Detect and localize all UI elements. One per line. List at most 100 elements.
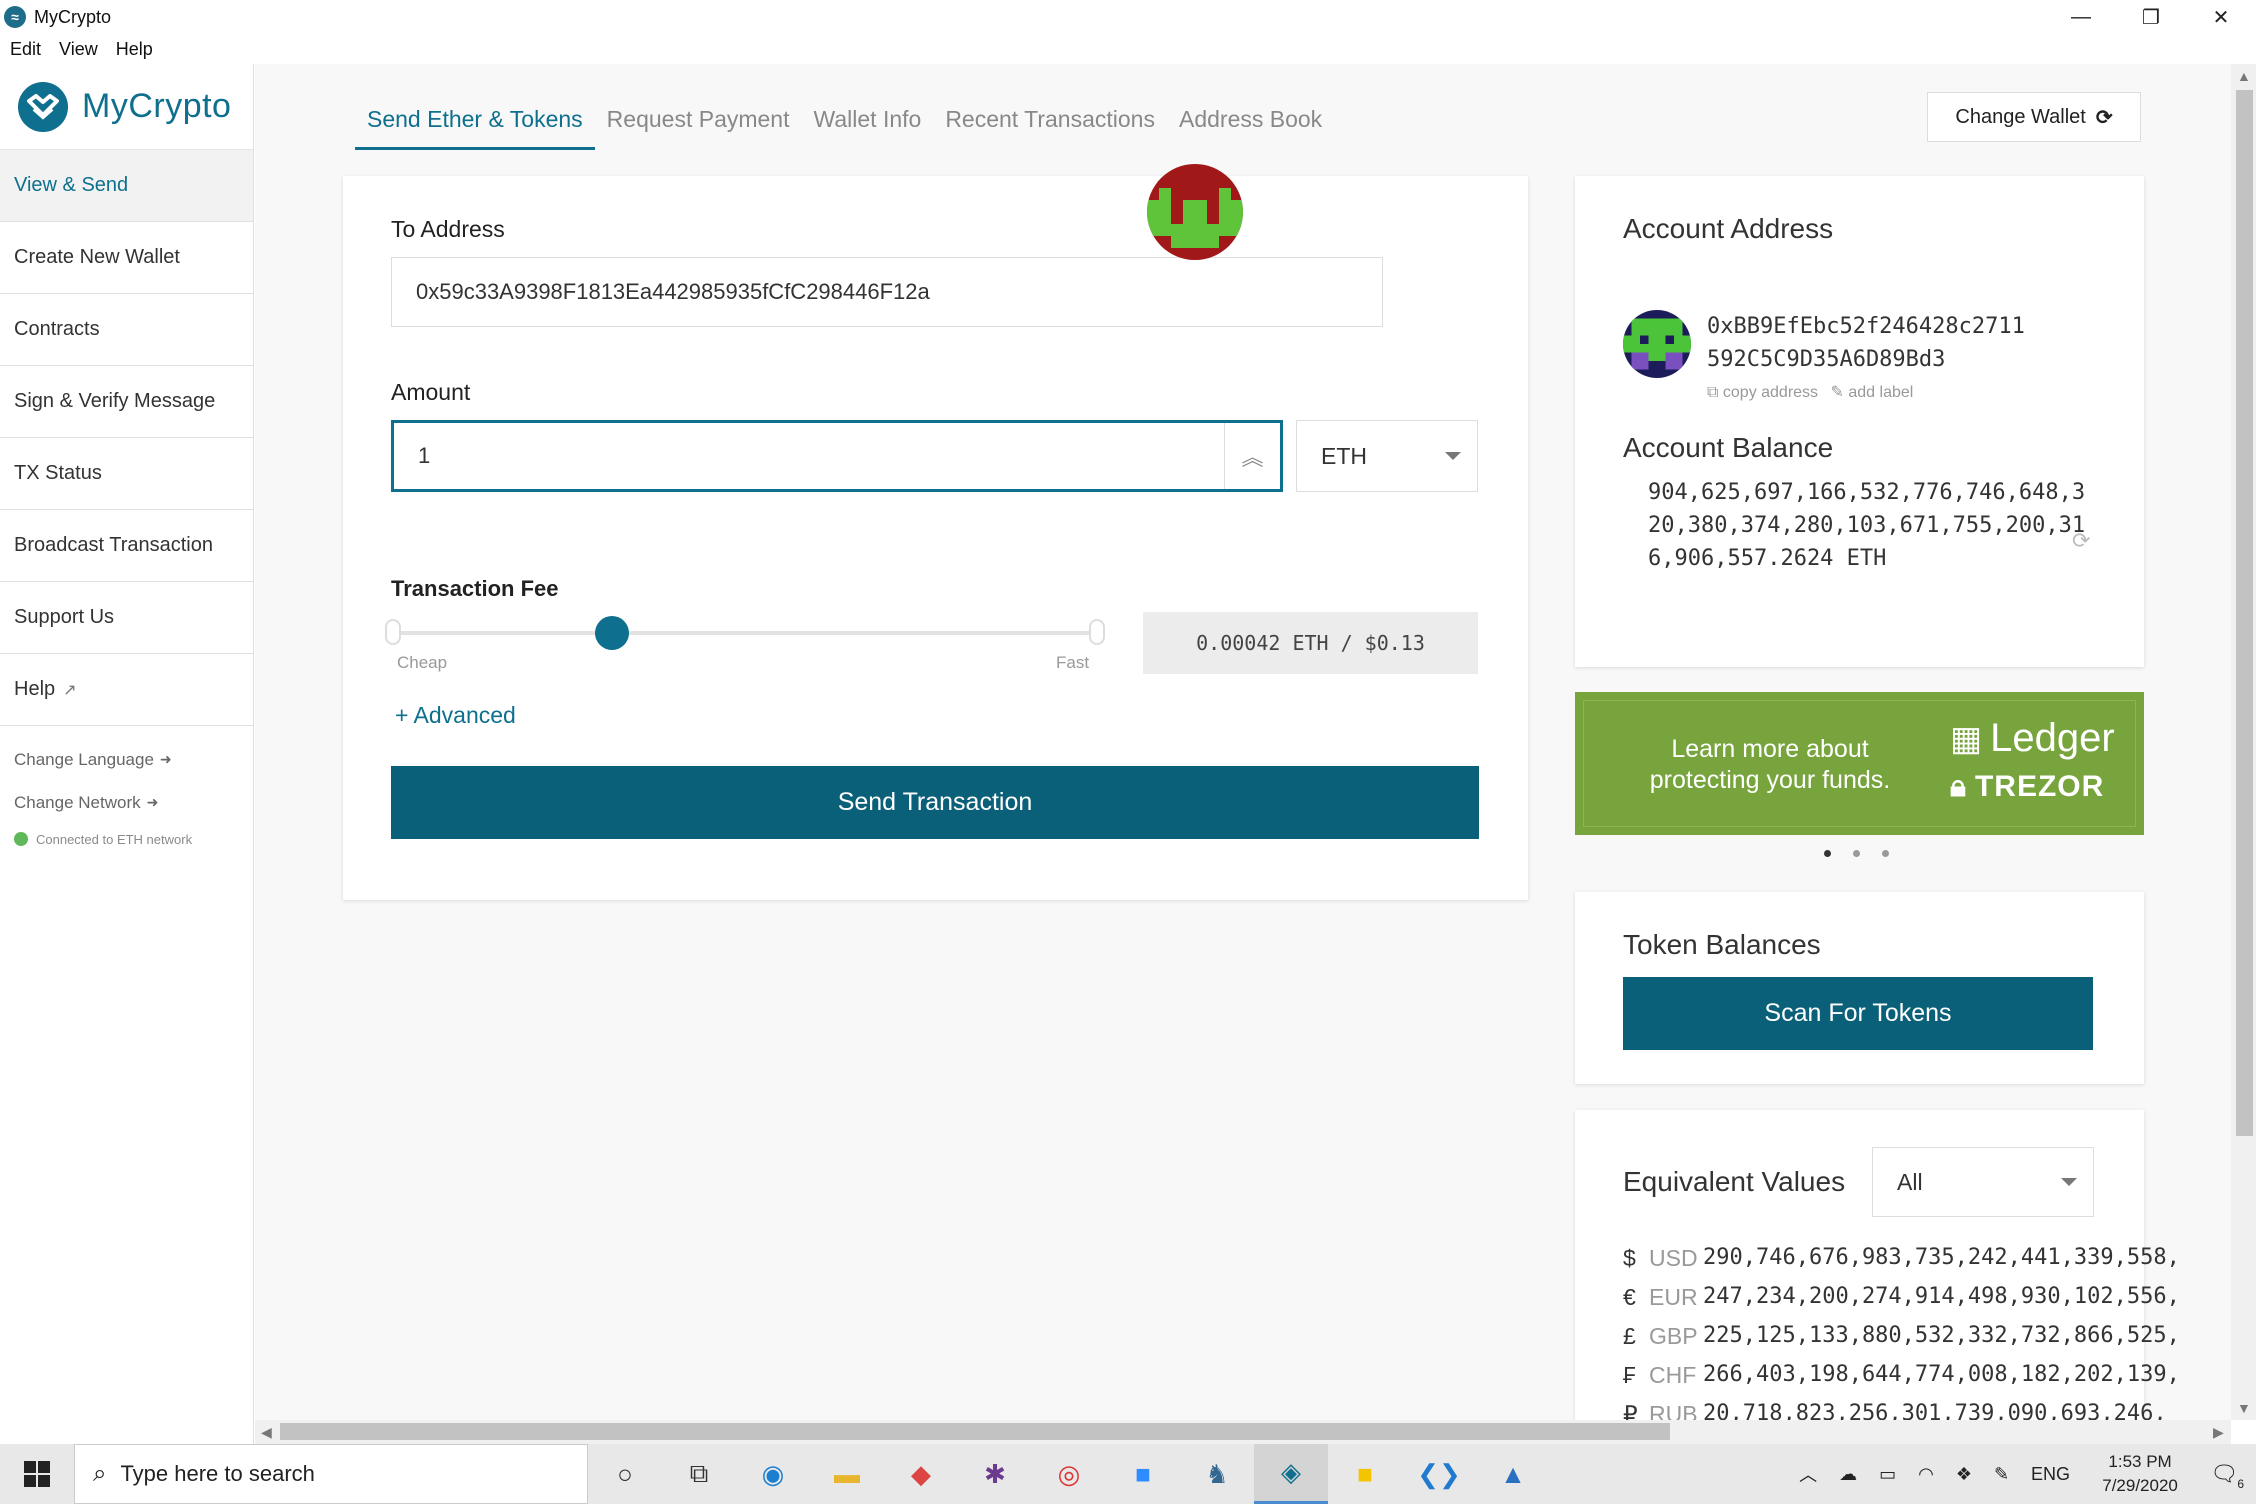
scan-for-tokens-button[interactable]: Scan For Tokens [1623, 977, 2093, 1050]
restore-button[interactable]: ❐ [2116, 0, 2186, 34]
sidebar-item-broadcast[interactable]: Broadcast Transaction [0, 510, 253, 582]
change-wallet-button[interactable]: Change Wallet ⟳ [1927, 92, 2141, 142]
battery-icon[interactable]: ▭ [1879, 1464, 1896, 1485]
postgres-icon[interactable]: ♞ [1180, 1444, 1254, 1504]
currency-code: USD [1649, 1245, 1698, 1271]
carousel-dot-2[interactable] [1853, 850, 1860, 857]
refresh-balance-icon[interactable]: ⟳ [2072, 528, 2090, 554]
sidebar-item-contracts[interactable]: Contracts [0, 294, 253, 366]
recipient-identicon [1147, 164, 1243, 260]
fee-slider-track[interactable] [393, 631, 1099, 635]
token-balances-title: Token Balances [1623, 929, 1821, 960]
start-button[interactable] [0, 1444, 74, 1504]
cortana-icon[interactable]: ○ [588, 1444, 662, 1504]
mycrypto-taskbar-icon[interactable]: ◈ [1254, 1444, 1328, 1504]
arrow-circle-icon: ➜ [146, 794, 159, 810]
account-balance: 904,625,697,166,532,776,746,648,320,380,… [1648, 480, 2086, 571]
clock[interactable]: 1:53 PM 7/29/2020 [2080, 1450, 2200, 1498]
currency-value: 290,746,676,983,735,242,441,339,558, [1703, 1245, 2180, 1270]
tab-bar: Send Ether & Tokens Request Payment Wall… [355, 106, 1334, 150]
tab-send[interactable]: Send Ether & Tokens [355, 106, 595, 150]
vscode-icon[interactable]: ❮❯ [1402, 1444, 1476, 1504]
scroll-up-arrow-icon[interactable]: ▲ [2237, 68, 2251, 84]
dropbox-icon[interactable]: ❖ [1956, 1464, 1972, 1485]
chevron-up-icon: ︽ [1241, 445, 1264, 470]
tab-request-payment[interactable]: Request Payment [595, 106, 802, 150]
file-explorer-icon[interactable]: ▬ [810, 1444, 884, 1504]
sidebar-item-view-send[interactable]: View & Send [0, 150, 253, 222]
chevron-down-icon [2061, 1178, 2077, 1186]
equiv-row-rub: ₽ RUB 20,718,823,256,301,739,090,693,246… [1623, 1401, 2167, 1420]
unit-select[interactable]: ETH [1296, 420, 1478, 492]
zoom-icon[interactable]: ■ [1106, 1444, 1180, 1504]
amount-input[interactable]: 1 ︽ [391, 420, 1283, 492]
fast-label: Fast [1056, 653, 1090, 672]
menu-edit[interactable]: Edit [10, 39, 41, 60]
equiv-row-clip: ₽ RUB 20,718,823,256,301,739,090,693,246… [1600, 1401, 2231, 1420]
menu-view[interactable]: View [59, 39, 98, 60]
tab-recent-transactions[interactable]: Recent Transactions [933, 106, 1167, 150]
language-indicator[interactable]: ENG [2031, 1464, 2070, 1485]
change-language[interactable]: Change Language ➜ [0, 738, 253, 781]
title-bar: ≈ MyCrypto — ❐ ✕ [0, 0, 2256, 34]
minimize-button[interactable]: — [2046, 0, 2116, 34]
status-dot [14, 832, 28, 846]
horizontal-scroll-thumb[interactable] [280, 1423, 1670, 1440]
sidebar-item-create-wallet[interactable]: Create New Wallet [0, 222, 253, 294]
logo[interactable]: MyCrypto [0, 64, 253, 150]
add-label-link[interactable]: add label [1848, 384, 1913, 401]
slider-min-marker [385, 619, 401, 645]
equivalent-filter-select[interactable]: All [1872, 1147, 2094, 1217]
slack-icon[interactable]: ✱ [958, 1444, 1032, 1504]
account-address: 0xBB9EfEbc52f246428c2711 592C5C9D35A6D89… [1707, 310, 2025, 376]
close-button[interactable]: ✕ [2186, 0, 2256, 34]
carousel-dot-1[interactable] [1824, 850, 1831, 857]
photos-icon[interactable]: ▲ [1476, 1444, 1550, 1504]
hardware-wallet-banner[interactable]: Learn more about protecting your funds. … [1575, 692, 2144, 835]
sidebar-item-support[interactable]: Support Us [0, 582, 253, 654]
sticky-notes-icon[interactable]: ■ [1328, 1444, 1402, 1504]
menu-help[interactable]: Help [116, 39, 153, 60]
currency-code: EUR [1649, 1284, 1698, 1310]
amount-stepper[interactable]: ︽ [1224, 423, 1280, 489]
task-view-icon[interactable]: ⧉ [662, 1444, 736, 1504]
filter-value: All [1897, 1168, 1923, 1195]
scroll-right-arrow-icon[interactable]: ▶ [2213, 1424, 2224, 1441]
equiv-row-chf: ₣ CHF 266,403,198,644,774,008,182,202,13… [1623, 1362, 2180, 1389]
git-icon[interactable]: ◆ [884, 1444, 958, 1504]
unit-value: ETH [1321, 442, 1367, 469]
pen-icon[interactable]: ✎ [1994, 1464, 2009, 1485]
equiv-row-usd: $ USD 290,746,676,983,735,242,441,339,55… [1623, 1245, 2180, 1272]
account-address-title: Account Address [1623, 213, 1834, 244]
equiv-row-eur: € EUR 247,234,200,274,914,498,930,102,55… [1623, 1284, 2180, 1311]
sidebar-item-help[interactable]: Help ↗ [0, 654, 253, 726]
scroll-left-arrow-icon[interactable]: ◀ [261, 1424, 272, 1441]
edge-icon[interactable]: ◉ [736, 1444, 810, 1504]
copy-address-link[interactable]: copy address [1723, 384, 1818, 401]
scroll-down-arrow-icon[interactable]: ▼ [2237, 1400, 2251, 1416]
carousel-dot-3[interactable] [1882, 850, 1889, 857]
fee-label: Transaction Fee [391, 576, 559, 601]
advanced-toggle[interactable]: + Advanced [395, 702, 516, 729]
currency-symbol: £ [1623, 1323, 1636, 1349]
cloud-icon[interactable]: ☁ [1839, 1464, 1857, 1485]
taskbar-search[interactable]: ⌕ Type here to search [74, 1444, 588, 1504]
tab-wallet-info[interactable]: Wallet Info [802, 106, 934, 150]
sidebar-item-sign-verify[interactable]: Sign & Verify Message [0, 366, 253, 438]
currency-code: CHF [1649, 1362, 1697, 1388]
equiv-row-gbp: £ GBP 225,125,133,880,532,332,732,866,52… [1623, 1323, 2180, 1350]
notification-icon[interactable]: 🗨︎ 6 [2210, 1461, 2244, 1491]
trezor-text: TREZOR [1974, 770, 2105, 803]
chevron-up-icon[interactable]: ︿ [1799, 1461, 1817, 1487]
chrome-icon[interactable]: ◎ [1032, 1444, 1106, 1504]
banner-line-1: Learn more about [1671, 735, 1869, 763]
change-network[interactable]: Change Network ➜ [0, 781, 253, 824]
tab-address-book[interactable]: Address Book [1167, 106, 1334, 150]
wifi-icon[interactable]: ◠ [1918, 1464, 1934, 1485]
vertical-scroll-thumb[interactable] [2236, 90, 2253, 1136]
amount-label: Amount [391, 379, 471, 405]
to-address-input[interactable]: 0x59c33A9398F1813Ea442985935fCfC298446F1… [391, 257, 1383, 327]
send-transaction-button[interactable]: Send Transaction [391, 766, 1479, 839]
sidebar-item-tx-status[interactable]: TX Status [0, 438, 253, 510]
fee-slider-thumb[interactable] [594, 616, 629, 650]
